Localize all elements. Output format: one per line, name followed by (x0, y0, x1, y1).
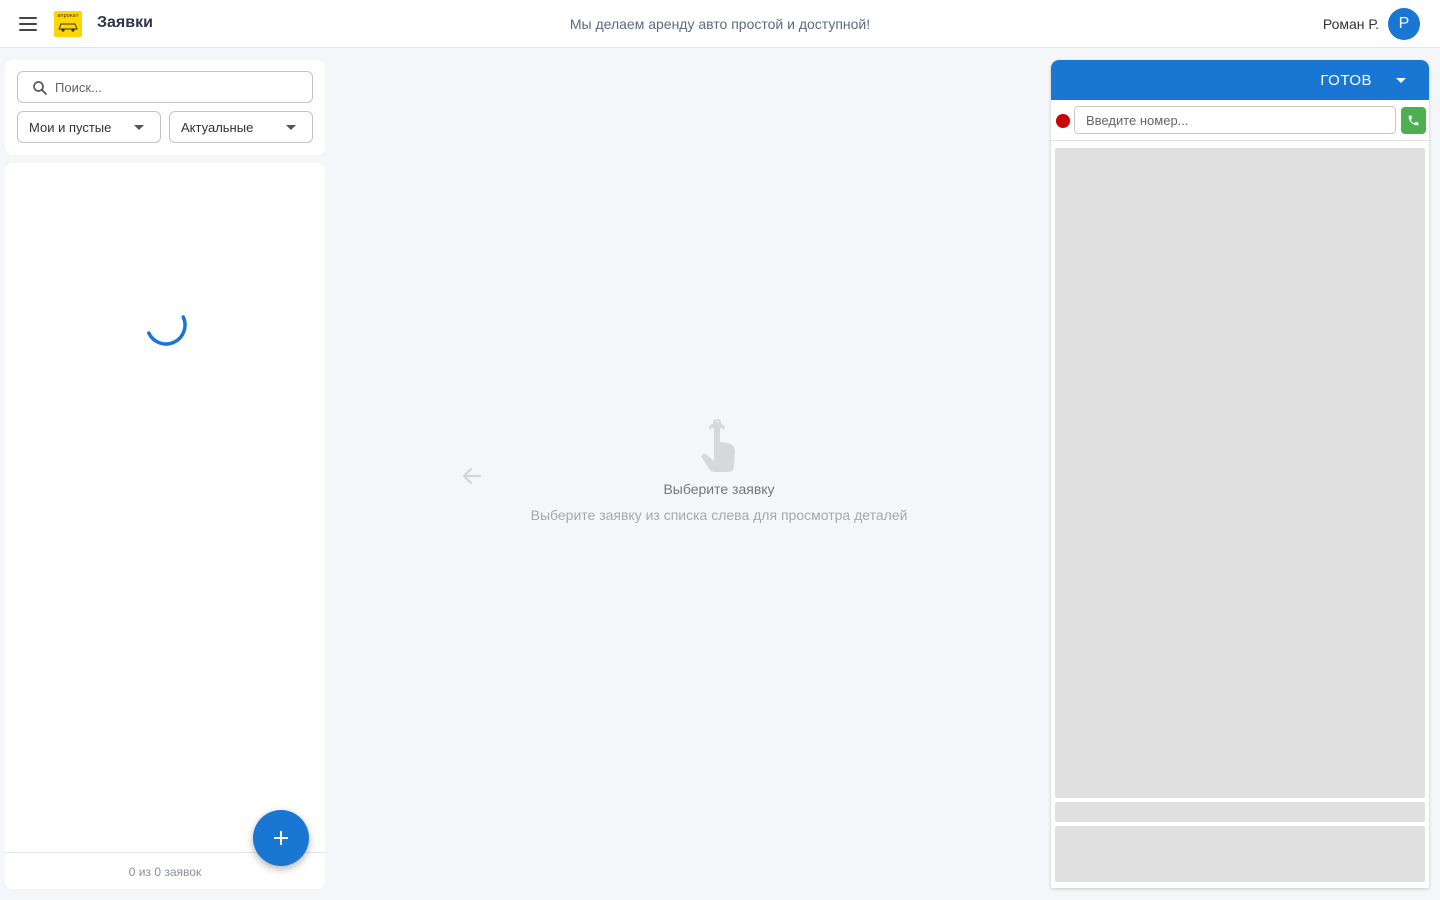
page-title: Заявки (97, 14, 153, 31)
record-indicator-icon (1056, 114, 1070, 128)
call-button[interactable] (1401, 107, 1426, 134)
softphone-panel: ГОТОВ (1051, 60, 1429, 888)
user-name[interactable]: Роман Р. (1323, 16, 1379, 32)
chevron-down-icon (1396, 78, 1406, 83)
top-app-bar: апрокат Заявки Мы делаем аренду авто про… (0, 0, 1440, 48)
softphone-footer (1055, 826, 1425, 882)
dial-row (1051, 100, 1429, 140)
company-logo[interactable]: апрокат (54, 11, 82, 37)
agent-status-select[interactable]: ГОТОВ (1051, 60, 1429, 100)
header-slogan: Мы делаем аренду авто простой и доступно… (569, 16, 871, 32)
add-request-button[interactable] (253, 810, 309, 866)
phone-number-input[interactable] (1074, 106, 1396, 134)
search-field[interactable] (17, 71, 313, 103)
divider (1051, 140, 1429, 141)
user-avatar[interactable]: Р (1388, 8, 1420, 40)
empty-state-description: Выберите заявку из списка слева для прос… (530, 507, 908, 523)
search-icon (33, 81, 47, 95)
menu-icon[interactable] (18, 14, 40, 34)
chevron-down-icon (286, 125, 296, 130)
requests-list[interactable]: 0 из 0 заявок (5, 163, 325, 889)
status-filter-select[interactable]: Актуальные (169, 111, 313, 143)
phone-icon (1408, 115, 1419, 126)
status-filter-value: Актуальные (181, 120, 254, 135)
loading-spinner (147, 315, 187, 346)
softphone-frame (1055, 148, 1425, 798)
owner-filter-value: Мои и пустые (29, 120, 112, 135)
filter-panel: Мои и пустые Актуальные (5, 60, 325, 155)
chevron-down-icon (134, 125, 144, 130)
empty-state-title: Выберите заявку (663, 481, 775, 497)
softphone-bar (1055, 802, 1425, 822)
touch-hand-icon (701, 419, 735, 472)
empty-state: Выберите заявку Выберите заявку из списк… (330, 410, 1110, 530)
owner-filter-select[interactable]: Мои и пустые (17, 111, 161, 143)
search-input[interactable] (55, 72, 305, 102)
agent-status-value: ГОТОВ (1320, 72, 1372, 89)
